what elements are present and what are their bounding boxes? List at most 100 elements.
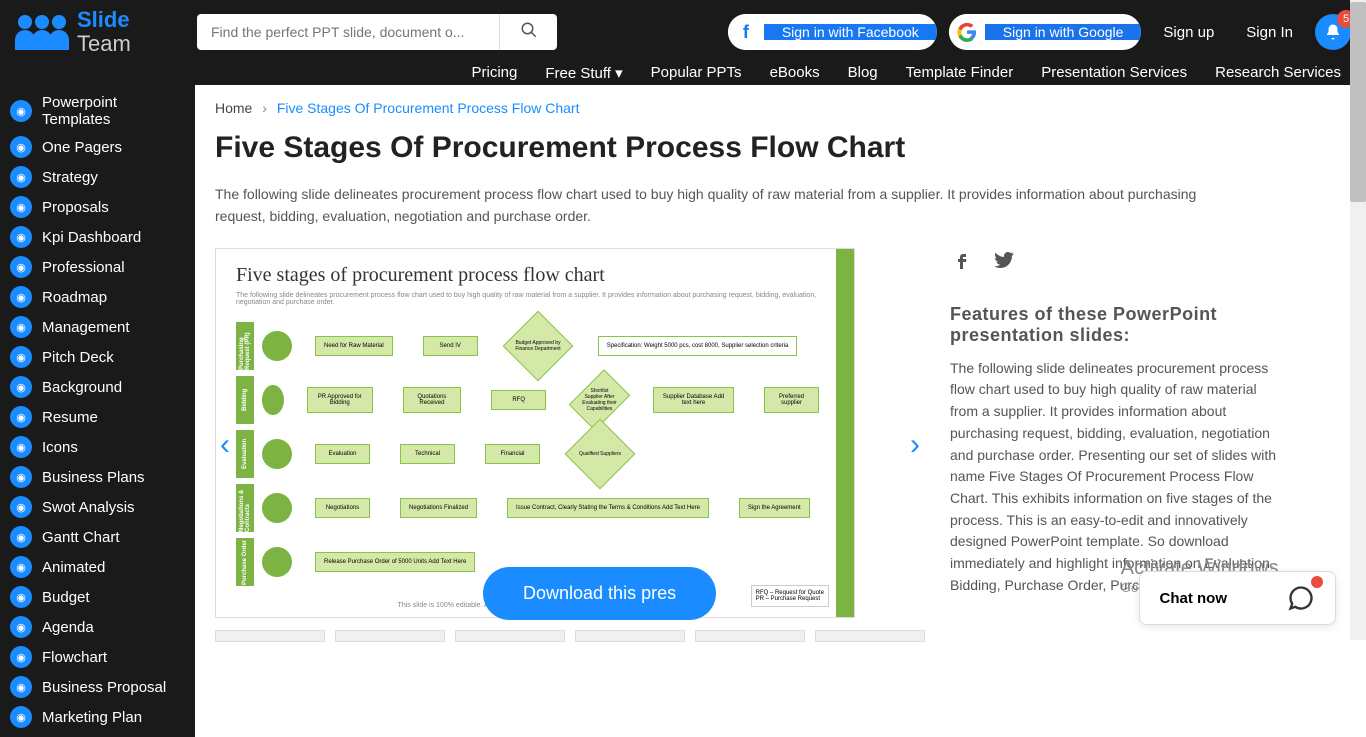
search-input[interactable] xyxy=(197,14,499,50)
flow-box: Need for Raw Material xyxy=(315,336,393,356)
sidebar-item[interactable]: ◉Powerpoint Templates xyxy=(0,90,195,132)
sidebar-icon: ◉ xyxy=(10,166,32,188)
sidebar: ◉Powerpoint Templates◉One Pagers◉Strateg… xyxy=(0,85,195,737)
page-title: Five Stages Of Procurement Process Flow … xyxy=(215,131,1346,165)
sidebar-item[interactable]: ◉ Icons xyxy=(0,432,195,462)
sidebar-icon: ◉ xyxy=(10,436,32,458)
sidebar-icon: ◉ xyxy=(10,256,32,278)
sidebar-icon: ◉ xyxy=(10,586,32,608)
nav-item[interactable]: eBooks xyxy=(770,64,820,82)
sidebar-item[interactable]: ◉Business Plans xyxy=(0,462,195,492)
flow-box: Send IV xyxy=(423,336,478,356)
flow-stage: Negotiations & ContractsNegotiationsNego… xyxy=(236,483,834,533)
sidebar-item[interactable]: ◉ Strategy xyxy=(0,162,195,192)
facebook-signin-button[interactable]: f Sign in with Facebook xyxy=(728,14,937,50)
sidebar-label: Professional xyxy=(42,259,125,276)
sidebar-label: Strategy xyxy=(42,169,98,186)
main-content: Home › Five Stages Of Procurement Proces… xyxy=(195,85,1366,737)
stage-icon xyxy=(262,331,292,361)
stage-label: Evaluation xyxy=(236,430,254,478)
flow-box: Sign the Agreement xyxy=(739,498,810,518)
flow-stage: BiddingPR Approved for BiddingQuotations… xyxy=(236,375,834,425)
flow-box: Release Purchase Order of 5000 Units Add… xyxy=(315,552,475,572)
sidebar-item[interactable]: ◉One Pagers xyxy=(0,132,195,162)
google-signin-button[interactable]: Sign in with Google xyxy=(949,14,1142,50)
nav-item[interactable]: Presentation Services xyxy=(1041,64,1187,82)
facebook-icon: f xyxy=(728,14,764,50)
features-title: Features of these PowerPoint presentatio… xyxy=(950,304,1280,346)
chat-widget[interactable]: Chat now xyxy=(1139,571,1337,625)
nav-item[interactable]: Popular PPTs xyxy=(651,64,742,82)
sidebar-item[interactable]: ◉Business Proposal xyxy=(0,672,195,702)
flow-stage: EvaluationEvaluationTechnicalFinancialQu… xyxy=(236,429,834,479)
sidebar-item[interactable]: ◉ Management xyxy=(0,312,195,342)
signin-link[interactable]: Sign In xyxy=(1246,24,1293,41)
sidebar-item[interactable]: ◉Proposals xyxy=(0,192,195,222)
breadcrumb-home[interactable]: Home xyxy=(215,100,252,116)
sidebar-label: Powerpoint Templates xyxy=(42,94,185,128)
sidebar-label: Roadmap xyxy=(42,289,107,306)
sidebar-label: Marketing Plan xyxy=(42,709,142,726)
sidebar-icon: ◉ xyxy=(10,646,32,668)
page-description: The following slide delineates procureme… xyxy=(215,183,1205,228)
sidebar-label: One Pagers xyxy=(42,139,122,156)
sidebar-item[interactable]: ◉ Roadmap xyxy=(0,282,195,312)
nav-item[interactable]: Research Services xyxy=(1215,64,1341,82)
sidebar-icon: ◉ xyxy=(10,346,32,368)
flow-box: Technical xyxy=(400,444,455,464)
sidebar-icon: ◉ xyxy=(10,676,32,698)
sidebar-icon: ◉ xyxy=(10,316,32,338)
next-slide-button[interactable]: › xyxy=(910,428,920,462)
google-icon xyxy=(949,14,985,50)
sidebar-item[interactable]: ◉Gantt Chart xyxy=(0,522,195,552)
sidebar-icon: ◉ xyxy=(10,286,32,308)
flow-box: Negotiations xyxy=(315,498,370,518)
logo[interactable]: Slide Team xyxy=(15,8,185,56)
scrollbar[interactable] xyxy=(1350,0,1366,640)
stage-icon xyxy=(262,547,292,577)
sidebar-item[interactable]: ◉Resume xyxy=(0,402,195,432)
download-button[interactable]: Download this pres xyxy=(483,567,716,620)
sidebar-item[interactable]: ◉ Professional xyxy=(0,252,195,282)
sidebar-icon: ◉ xyxy=(10,226,32,248)
share-twitter-icon[interactable] xyxy=(992,248,1016,279)
flow-box: Supplier Database Add text here xyxy=(653,387,734,413)
header: Slide Team f Sign in with Facebook Sign … xyxy=(0,0,1366,85)
logo-line2: Team xyxy=(77,32,131,56)
sidebar-icon: ◉ xyxy=(10,196,32,218)
flow-box: Negotiations Finalized xyxy=(400,498,477,518)
sidebar-icon: ◉ xyxy=(10,376,32,398)
sidebar-icon: ◉ xyxy=(10,556,32,578)
chat-icon xyxy=(1287,584,1315,612)
breadcrumb-current[interactable]: Five Stages Of Procurement Process Flow … xyxy=(277,100,580,116)
search-button[interactable] xyxy=(499,14,557,50)
sidebar-icon: ◉ xyxy=(10,706,32,728)
sidebar-item[interactable]: ◉Agenda xyxy=(0,612,195,642)
sidebar-item[interactable]: ◉ Flowchart xyxy=(0,642,195,672)
signup-link[interactable]: Sign up xyxy=(1163,24,1214,41)
flow-box: Issue Contract, Clearly Stating the Term… xyxy=(507,498,709,518)
nav-item[interactable]: Template Finder xyxy=(906,64,1014,82)
notification-bell[interactable]: 5 xyxy=(1315,14,1351,50)
nav-item[interactable]: Blog xyxy=(848,64,878,82)
sidebar-item[interactable]: ◉Background xyxy=(0,372,195,402)
sidebar-label: Icons xyxy=(42,439,78,456)
sidebar-item[interactable]: ◉ Budget xyxy=(0,582,195,612)
nav-item[interactable]: Pricing xyxy=(472,64,518,82)
nav-item[interactable]: Free Stuff ▾ xyxy=(545,64,622,82)
scroll-thumb[interactable] xyxy=(1350,2,1366,202)
sidebar-item[interactable]: ◉ Marketing Plan xyxy=(0,702,195,732)
sidebar-item[interactable]: ◉Swot Analysis xyxy=(0,492,195,522)
sidebar-label: Flowchart xyxy=(42,649,107,666)
sidebar-item[interactable]: ◉Animated xyxy=(0,552,195,582)
header-top: Slide Team f Sign in with Facebook Sign … xyxy=(0,0,1366,64)
slide-title: Five stages of procurement process flow … xyxy=(216,249,854,292)
flow-diamond: Qualified Suppliers xyxy=(565,418,636,489)
prev-slide-button[interactable]: ‹ xyxy=(220,428,230,462)
sidebar-label: Management xyxy=(42,319,130,336)
slide-preview[interactable]: Five stages of procurement process flow … xyxy=(215,248,855,618)
sidebar-item[interactable]: ◉Kpi Dashboard xyxy=(0,222,195,252)
sidebar-label: Budget xyxy=(42,589,90,606)
sidebar-item[interactable]: ◉Pitch Deck xyxy=(0,342,195,372)
share-facebook-icon[interactable] xyxy=(950,248,974,279)
